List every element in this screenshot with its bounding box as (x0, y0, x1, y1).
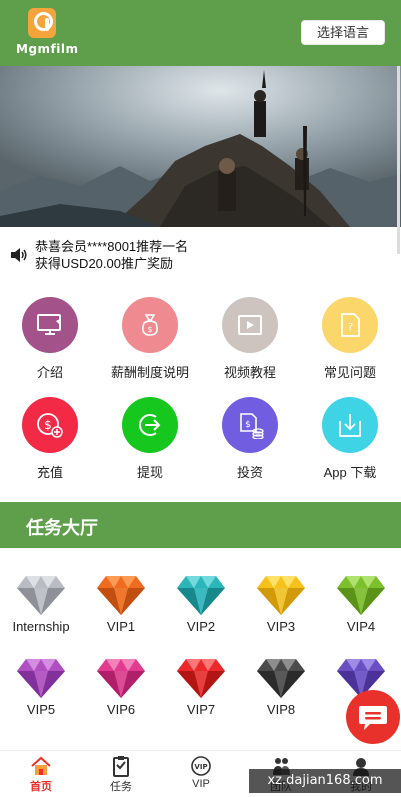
customer-service-button[interactable] (346, 690, 400, 744)
diamond-icon (337, 576, 385, 615)
hero-banner[interactable] (0, 66, 401, 227)
menu-item-intro[interactable]: 介绍 (0, 297, 100, 381)
question-doc-icon: ? (322, 297, 378, 353)
watermark: xz.dajian168.com (249, 769, 401, 793)
level-label: VIP5 (26, 702, 56, 717)
chat-icon (359, 706, 387, 730)
level-item-vip2[interactable]: VIP2 (161, 574, 241, 634)
menu-label: 提现 (136, 465, 163, 480)
speaker-icon (11, 248, 27, 262)
svg-text:?: ? (348, 322, 353, 333)
menu-label: 视频教程 (223, 365, 276, 380)
level-item-vip4[interactable]: VIP4 (321, 574, 401, 634)
menu-item-salary[interactable]: $ 薪酬制度说明 (100, 297, 200, 381)
svg-text:$: $ (245, 420, 251, 430)
notice-bar: 恭喜会员****8001推荐一名 获得USD20.00推广奖励 (10, 236, 390, 276)
svg-text:$: $ (44, 418, 52, 432)
tab-tasks[interactable]: 任务 (81, 755, 161, 794)
menu-label: App 下载 (323, 465, 377, 480)
app-header: Mgmfilm 选择语言 (0, 0, 401, 66)
level-item-vip3[interactable]: VIP3 (241, 574, 321, 634)
diamond-icon (17, 576, 65, 615)
level-item-vip7[interactable]: VIP7 (161, 657, 241, 717)
money-bag-icon: $ (122, 297, 178, 353)
diamond-icon (177, 659, 225, 698)
tab-label: 首页 (30, 781, 52, 793)
logo-icon (28, 8, 56, 38)
level-label: VIP8 (266, 702, 296, 717)
level-label: VIP1 (106, 619, 136, 634)
level-item-vip1[interactable]: VIP1 (81, 574, 161, 634)
menu-label: 常见问题 (323, 365, 376, 380)
menu-item-video-tutorial[interactable]: 视频教程 (200, 297, 300, 381)
home-icon (31, 756, 51, 775)
svg-text:VIP: VIP (194, 763, 207, 771)
diamond-icon (257, 659, 305, 698)
level-label: VIP2 (186, 619, 216, 634)
level-label: VIP3 (266, 619, 296, 634)
menu-item-faq[interactable]: ? 常见问题 (300, 297, 400, 381)
language-select-button[interactable]: 选择语言 (301, 20, 385, 45)
task-hall-header: 任务大厅 (0, 502, 401, 548)
tab-label: 任务 (110, 781, 132, 793)
recharge-icon: $ (22, 397, 78, 453)
diamond-icon (97, 659, 145, 698)
tab-label: VIP (192, 778, 210, 790)
banner-image (0, 66, 401, 227)
vip-icon: VIP (191, 756, 211, 776)
level-item-vip6[interactable]: VIP6 (81, 657, 161, 717)
download-icon (322, 397, 378, 453)
diamond-icon (257, 576, 305, 615)
task-hall-title: 任务大厅 (26, 518, 98, 538)
level-label: VIP7 (186, 702, 216, 717)
diamond-icon (177, 576, 225, 615)
level-item-internship[interactable]: Internship (1, 574, 81, 634)
level-item-vip5[interactable]: VIP5 (1, 657, 81, 717)
task-icon (113, 756, 129, 777)
menu-item-withdraw[interactable]: 提现 (100, 397, 200, 481)
menu-label: 充值 (36, 465, 63, 480)
video-icon (222, 297, 278, 353)
svg-text:$: $ (147, 325, 152, 334)
level-item-vip8[interactable]: VIP8 (241, 657, 321, 717)
notice-line-1: 恭喜会员****8001推荐一名 (35, 239, 189, 254)
level-label: VIP4 (346, 619, 376, 634)
scrollbar[interactable] (397, 66, 400, 254)
menu-label: 介绍 (36, 365, 63, 380)
menu-label: 薪酬制度说明 (110, 365, 189, 380)
tab-home[interactable]: 首页 (1, 755, 81, 794)
logo-text: Mgmfilm (16, 42, 79, 56)
diamond-icon (97, 576, 145, 615)
menu-item-invest[interactable]: $ 投资 (200, 397, 300, 481)
diamond-icon (17, 659, 65, 698)
invest-icon: $ (222, 397, 278, 453)
menu-item-recharge[interactable]: $ 充值 (0, 397, 100, 481)
level-label: VIP6 (106, 702, 136, 717)
tab-vip[interactable]: VIP VIP (161, 755, 241, 790)
notice-line-2: 获得USD20.00推广奖励 (35, 256, 173, 271)
monitor-icon (22, 297, 78, 353)
menu-label: 投资 (236, 465, 263, 480)
withdraw-icon (122, 397, 178, 453)
app-logo[interactable]: Mgmfilm (16, 8, 78, 60)
level-label: Internship (12, 619, 70, 634)
menu-item-app-download[interactable]: App 下载 (300, 397, 400, 481)
